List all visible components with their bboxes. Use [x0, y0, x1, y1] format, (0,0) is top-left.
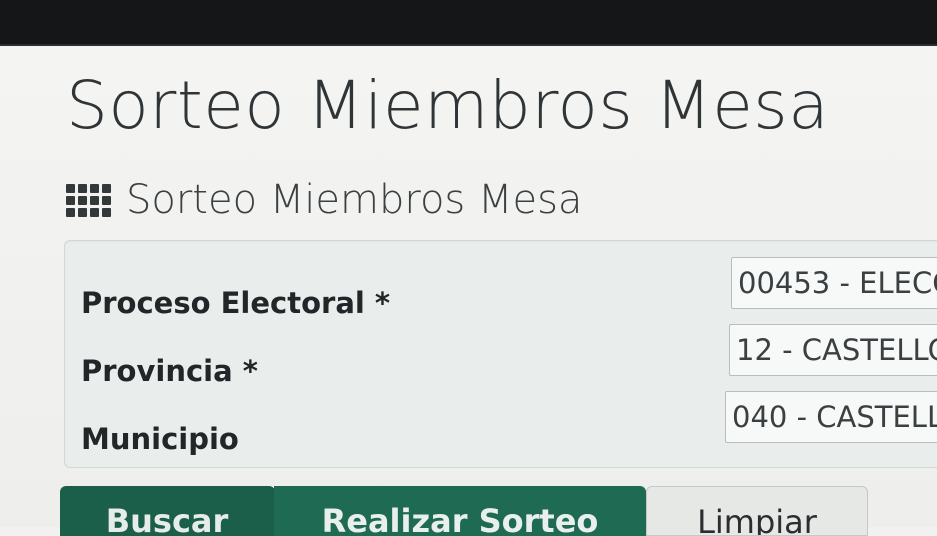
limpiar-button[interactable]: Limpiar — [646, 486, 868, 536]
page-title: Sorteo Miembros Mesa — [66, 67, 830, 144]
form-row-provincia: Provincia * 12 - CASTELLÓ — [65, 323, 937, 386]
realizar-sorteo-button[interactable]: Realizar Sorteo — [274, 486, 646, 536]
provincia-label: Provincia * — [81, 354, 258, 388]
grid-icon — [66, 180, 112, 220]
provincia-select[interactable]: 12 - CASTELLÓ — [729, 324, 937, 376]
form-row-proceso-electoral: Proceso Electoral * 00453 - ELECC — [65, 255, 937, 318]
top-bar — [0, 0, 937, 46]
buscar-button[interactable]: Buscar — [60, 486, 275, 536]
button-bar: Buscar Realizar Sorteo Limpiar — [60, 486, 937, 536]
proceso-electoral-label: Proceso Electoral * — [81, 286, 391, 320]
form-row-municipio: Municipio 040 - CASTELL — [65, 391, 937, 454]
section-header: Sorteo Miembros Mesa — [66, 180, 582, 220]
section-title: Sorteo Miembros Mesa — [126, 177, 583, 223]
municipio-label: Municipio — [81, 422, 239, 456]
proceso-electoral-select[interactable]: 00453 - ELECC — [731, 257, 937, 309]
page-content: Sorteo Miembros Mesa Sorteo Miembros Mes… — [0, 46, 937, 536]
search-form: Proceso Electoral * 00453 - ELECC Provin… — [64, 240, 937, 468]
municipio-select[interactable]: 040 - CASTELL — [725, 391, 937, 443]
